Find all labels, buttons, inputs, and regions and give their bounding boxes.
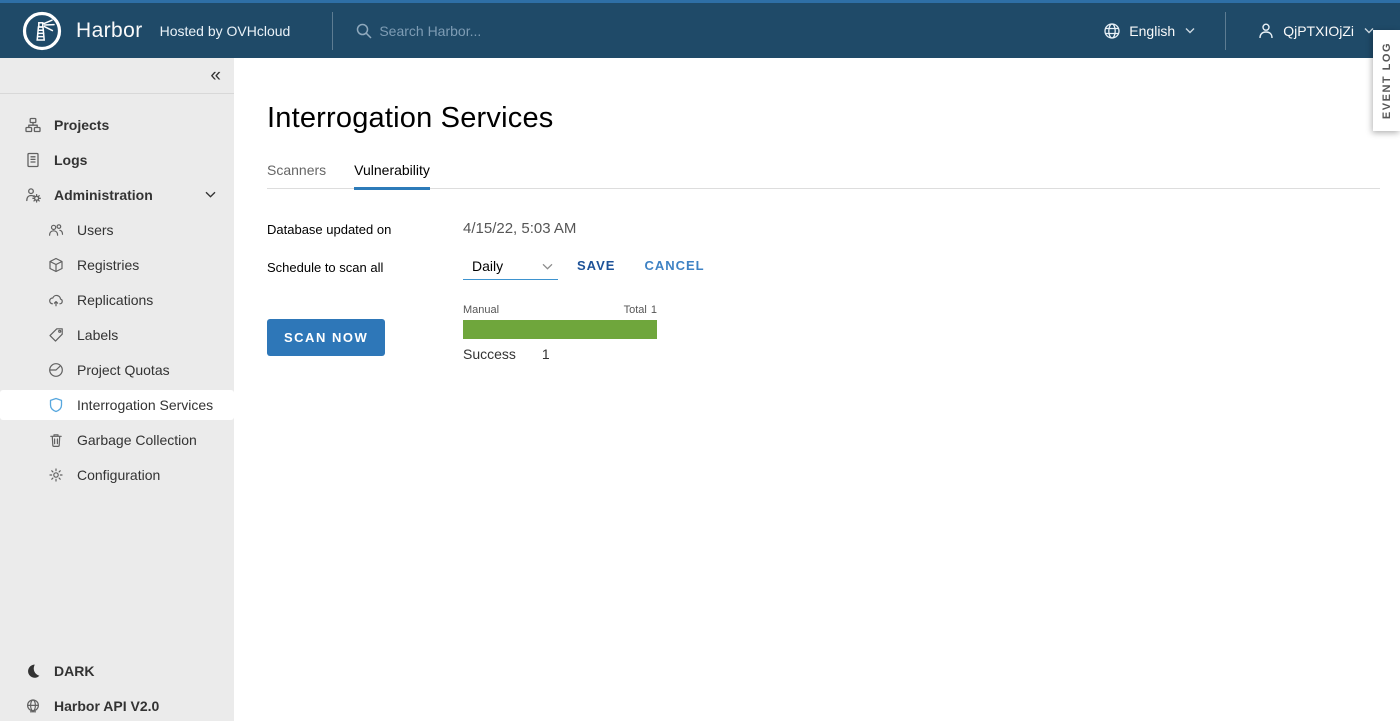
language-label: English xyxy=(1129,23,1175,39)
sidebar-collapse-row: « xyxy=(0,58,234,94)
sidebar-item-label: Interrogation Services xyxy=(77,397,213,413)
sidebar-item-replications[interactable]: Replications xyxy=(0,282,234,317)
shield-icon xyxy=(48,397,64,413)
sidebar-item-label: Replications xyxy=(77,292,153,308)
scan-now-button[interactable]: SCAN NOW xyxy=(267,319,385,356)
trash-icon xyxy=(48,432,64,448)
collapse-sidebar-icon[interactable]: « xyxy=(210,66,221,85)
chevron-down-icon xyxy=(205,191,216,198)
username-label: QjPTXIOjZi xyxy=(1283,23,1354,39)
chart-legend: Success 1 xyxy=(463,346,657,362)
database-updated-label: Database updated on xyxy=(267,220,463,237)
logs-icon xyxy=(25,152,41,168)
scan-button-cell: SCAN NOW xyxy=(267,304,463,362)
sidebar-item-harbor-api[interactable]: Harbor API V2.0 xyxy=(0,688,234,721)
sidebar: « Projects Logs Adm xyxy=(0,58,234,721)
event-log-tab[interactable]: EVENT LOG xyxy=(1373,30,1400,131)
sidebar-item-garbage-collection[interactable]: Garbage Collection xyxy=(0,422,234,457)
database-updated-row: Database updated on 4/15/22, 5:03 AM xyxy=(267,220,1380,237)
user-icon xyxy=(1256,21,1276,41)
projects-icon xyxy=(25,117,41,133)
chart-total-value: 1 xyxy=(651,304,657,316)
sidebar-item-label: Registries xyxy=(77,257,139,273)
schedule-label: Schedule to scan all xyxy=(267,258,463,275)
chart-total: Total1 xyxy=(624,304,657,316)
chevron-down-icon xyxy=(1185,27,1195,34)
chevron-down-icon xyxy=(542,263,553,270)
dark-mode-toggle[interactable]: DARK xyxy=(0,653,234,688)
quota-gauge-icon xyxy=(48,362,64,378)
sidebar-item-administration[interactable]: Administration xyxy=(0,177,234,212)
app-header: Harbor Hosted by OVHcloud English xyxy=(0,0,1400,58)
event-log-label: EVENT LOG xyxy=(1381,42,1393,119)
header-divider xyxy=(1225,12,1226,50)
database-updated-value: 4/15/22, 5:03 AM xyxy=(463,220,576,237)
administration-icon xyxy=(25,187,41,203)
tag-icon xyxy=(48,327,64,343)
gear-icon xyxy=(48,467,64,483)
sidebar-item-projects[interactable]: Projects xyxy=(0,107,234,142)
sidebar-item-label: Users xyxy=(77,222,114,238)
chart-series-value: 1 xyxy=(542,346,550,362)
sidebar-item-project-quotas[interactable]: Project Quotas xyxy=(0,352,234,387)
schedule-select-value: Daily xyxy=(472,258,503,274)
brand-subtitle: Hosted by OVHcloud xyxy=(160,23,291,39)
sidebar-item-label: Garbage Collection xyxy=(77,432,197,448)
sidebar-item-registries[interactable]: Registries xyxy=(0,247,234,282)
cancel-button[interactable]: CANCEL xyxy=(644,258,704,273)
tab-scanners[interactable]: Scanners xyxy=(267,162,326,190)
sidebar-item-label: Projects xyxy=(54,117,109,133)
replications-icon xyxy=(48,292,64,308)
chart-bar-track xyxy=(463,320,657,339)
search-input[interactable] xyxy=(379,23,679,39)
brand-title: Harbor xyxy=(76,19,143,43)
sidebar-item-logs[interactable]: Logs xyxy=(0,142,234,177)
main-content: Interrogation Services Scanners Vulnerab… xyxy=(234,58,1400,721)
sidebar-item-label: Project Quotas xyxy=(77,362,170,378)
search-icon xyxy=(355,22,373,40)
sidebar-item-configuration[interactable]: Configuration xyxy=(0,457,234,492)
save-button[interactable]: SAVE xyxy=(577,258,615,273)
sidebar-item-label: Harbor API V2.0 xyxy=(54,698,159,714)
sidebar-item-labels[interactable]: Labels xyxy=(0,317,234,352)
sidebar-item-interrogation-services[interactable]: Interrogation Services xyxy=(0,390,234,420)
moon-icon xyxy=(25,663,41,679)
language-selector[interactable]: English xyxy=(1102,21,1195,41)
globe-icon xyxy=(1102,21,1122,41)
scan-row: SCAN NOW Manual Total1 Success 1 xyxy=(267,304,1380,362)
schedule-row: Schedule to scan all Daily SAVE CANCEL xyxy=(267,258,1380,280)
users-icon xyxy=(48,222,64,238)
registries-icon xyxy=(48,257,64,273)
sidebar-item-label: Logs xyxy=(54,152,87,168)
scan-summary-chart: Manual Total1 Success 1 xyxy=(463,304,657,362)
harbor-logo-icon xyxy=(22,11,62,51)
header-divider xyxy=(332,12,333,50)
chart-bar xyxy=(463,320,657,339)
sidebar-item-label: Labels xyxy=(77,327,118,343)
chart-title: Manual xyxy=(463,304,499,316)
search-bar xyxy=(355,22,679,40)
dark-mode-label: DARK xyxy=(54,663,94,679)
sidebar-item-users[interactable]: Users xyxy=(0,212,234,247)
sidebar-item-label: Configuration xyxy=(77,467,160,483)
api-icon xyxy=(25,698,41,714)
tab-bar: Scanners Vulnerability xyxy=(267,162,1380,189)
sidebar-item-label: Administration xyxy=(54,187,153,203)
schedule-select[interactable]: Daily xyxy=(463,258,558,280)
user-menu[interactable]: QjPTXIOjZi xyxy=(1256,21,1374,41)
tab-vulnerability[interactable]: Vulnerability xyxy=(354,162,430,190)
page-title: Interrogation Services xyxy=(267,102,1380,135)
chart-series-name: Success xyxy=(463,346,516,362)
